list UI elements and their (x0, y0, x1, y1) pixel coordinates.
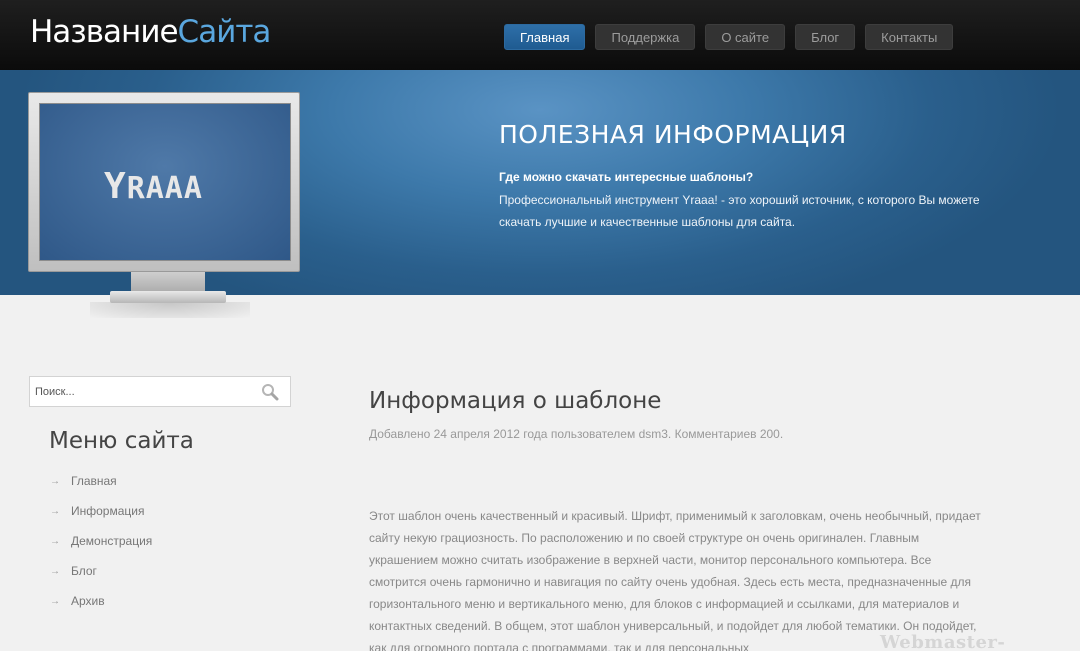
top-nav: Главная Поддержка О сайте Блог Контакты (504, 24, 954, 50)
sidebar-item-demo[interactable]: → Демонстрация (50, 526, 152, 556)
site-header: НазваниеСайта Главная Поддержка О сайте … (0, 0, 1080, 70)
banner-text: Профессиональный инструмент Yraaa! - это… (499, 193, 980, 229)
banner-title: ПОЛЕЗНАЯ ИНФОРМАЦИЯ (499, 120, 847, 149)
search-box (29, 376, 291, 407)
search-input[interactable] (30, 377, 250, 406)
monitor-stand-base (110, 291, 226, 303)
yraaa-logo-rest: RAAA (126, 171, 203, 206)
article-meta: Добавлено 24 апреля 2012 года пользовате… (369, 427, 784, 441)
sidebar-item-label: Архив (71, 594, 105, 608)
arrow-right-icon: → (50, 595, 60, 607)
sidebar-item-archive[interactable]: → Архив (50, 586, 152, 616)
monitor-illustration: YRAAA (28, 92, 300, 272)
nav-item-contacts[interactable]: Контакты (865, 24, 954, 50)
sidebar-item-label: Демонстрация (71, 534, 153, 548)
sidebar-item-blog[interactable]: → Блог (50, 556, 152, 586)
sidebar-item-info[interactable]: → Информация (50, 496, 152, 526)
site-logo[interactable]: НазваниеСайта (30, 14, 272, 50)
search-icon[interactable] (261, 383, 279, 401)
watermark: Webmaster-uCoz.ru (880, 632, 1006, 651)
nav-item-about[interactable]: О сайте (705, 24, 786, 50)
sidebar-item-home[interactable]: → Главная (50, 466, 152, 496)
arrow-right-icon: → (50, 505, 60, 517)
monitor-shadow (90, 302, 250, 318)
nav-item-support[interactable]: Поддержка (595, 24, 696, 50)
article-title[interactable]: Информация о шаблоне (369, 388, 661, 414)
sidebar-item-label: Информация (71, 504, 145, 518)
sidebar-menu: → Главная → Информация → Демонстрация → Блог… (50, 466, 152, 616)
logo-text-white: Название (30, 14, 179, 50)
nav-item-home[interactable]: Главная (504, 24, 586, 50)
nav-item-blog[interactable]: Блог (795, 24, 856, 50)
sidebar-item-label: Главная (71, 474, 117, 488)
logo-text-blue: Сайта (177, 14, 272, 50)
yraaa-logo-y: Y (104, 166, 127, 207)
article-body: Этот шаблон очень качественный и красивы… (369, 509, 981, 651)
banner-subtitle: Где можно скачать интересные шаблоны? (499, 170, 754, 184)
arrow-right-icon: → (50, 565, 60, 577)
yraaa-logo: YRAAA (104, 166, 203, 207)
arrow-right-icon: → (50, 535, 60, 547)
monitor-screen: YRAAA (39, 103, 291, 261)
sidebar-menu-title: Меню сайта (49, 428, 194, 454)
arrow-right-icon: → (50, 475, 60, 487)
sidebar-item-label: Блог (71, 564, 97, 578)
